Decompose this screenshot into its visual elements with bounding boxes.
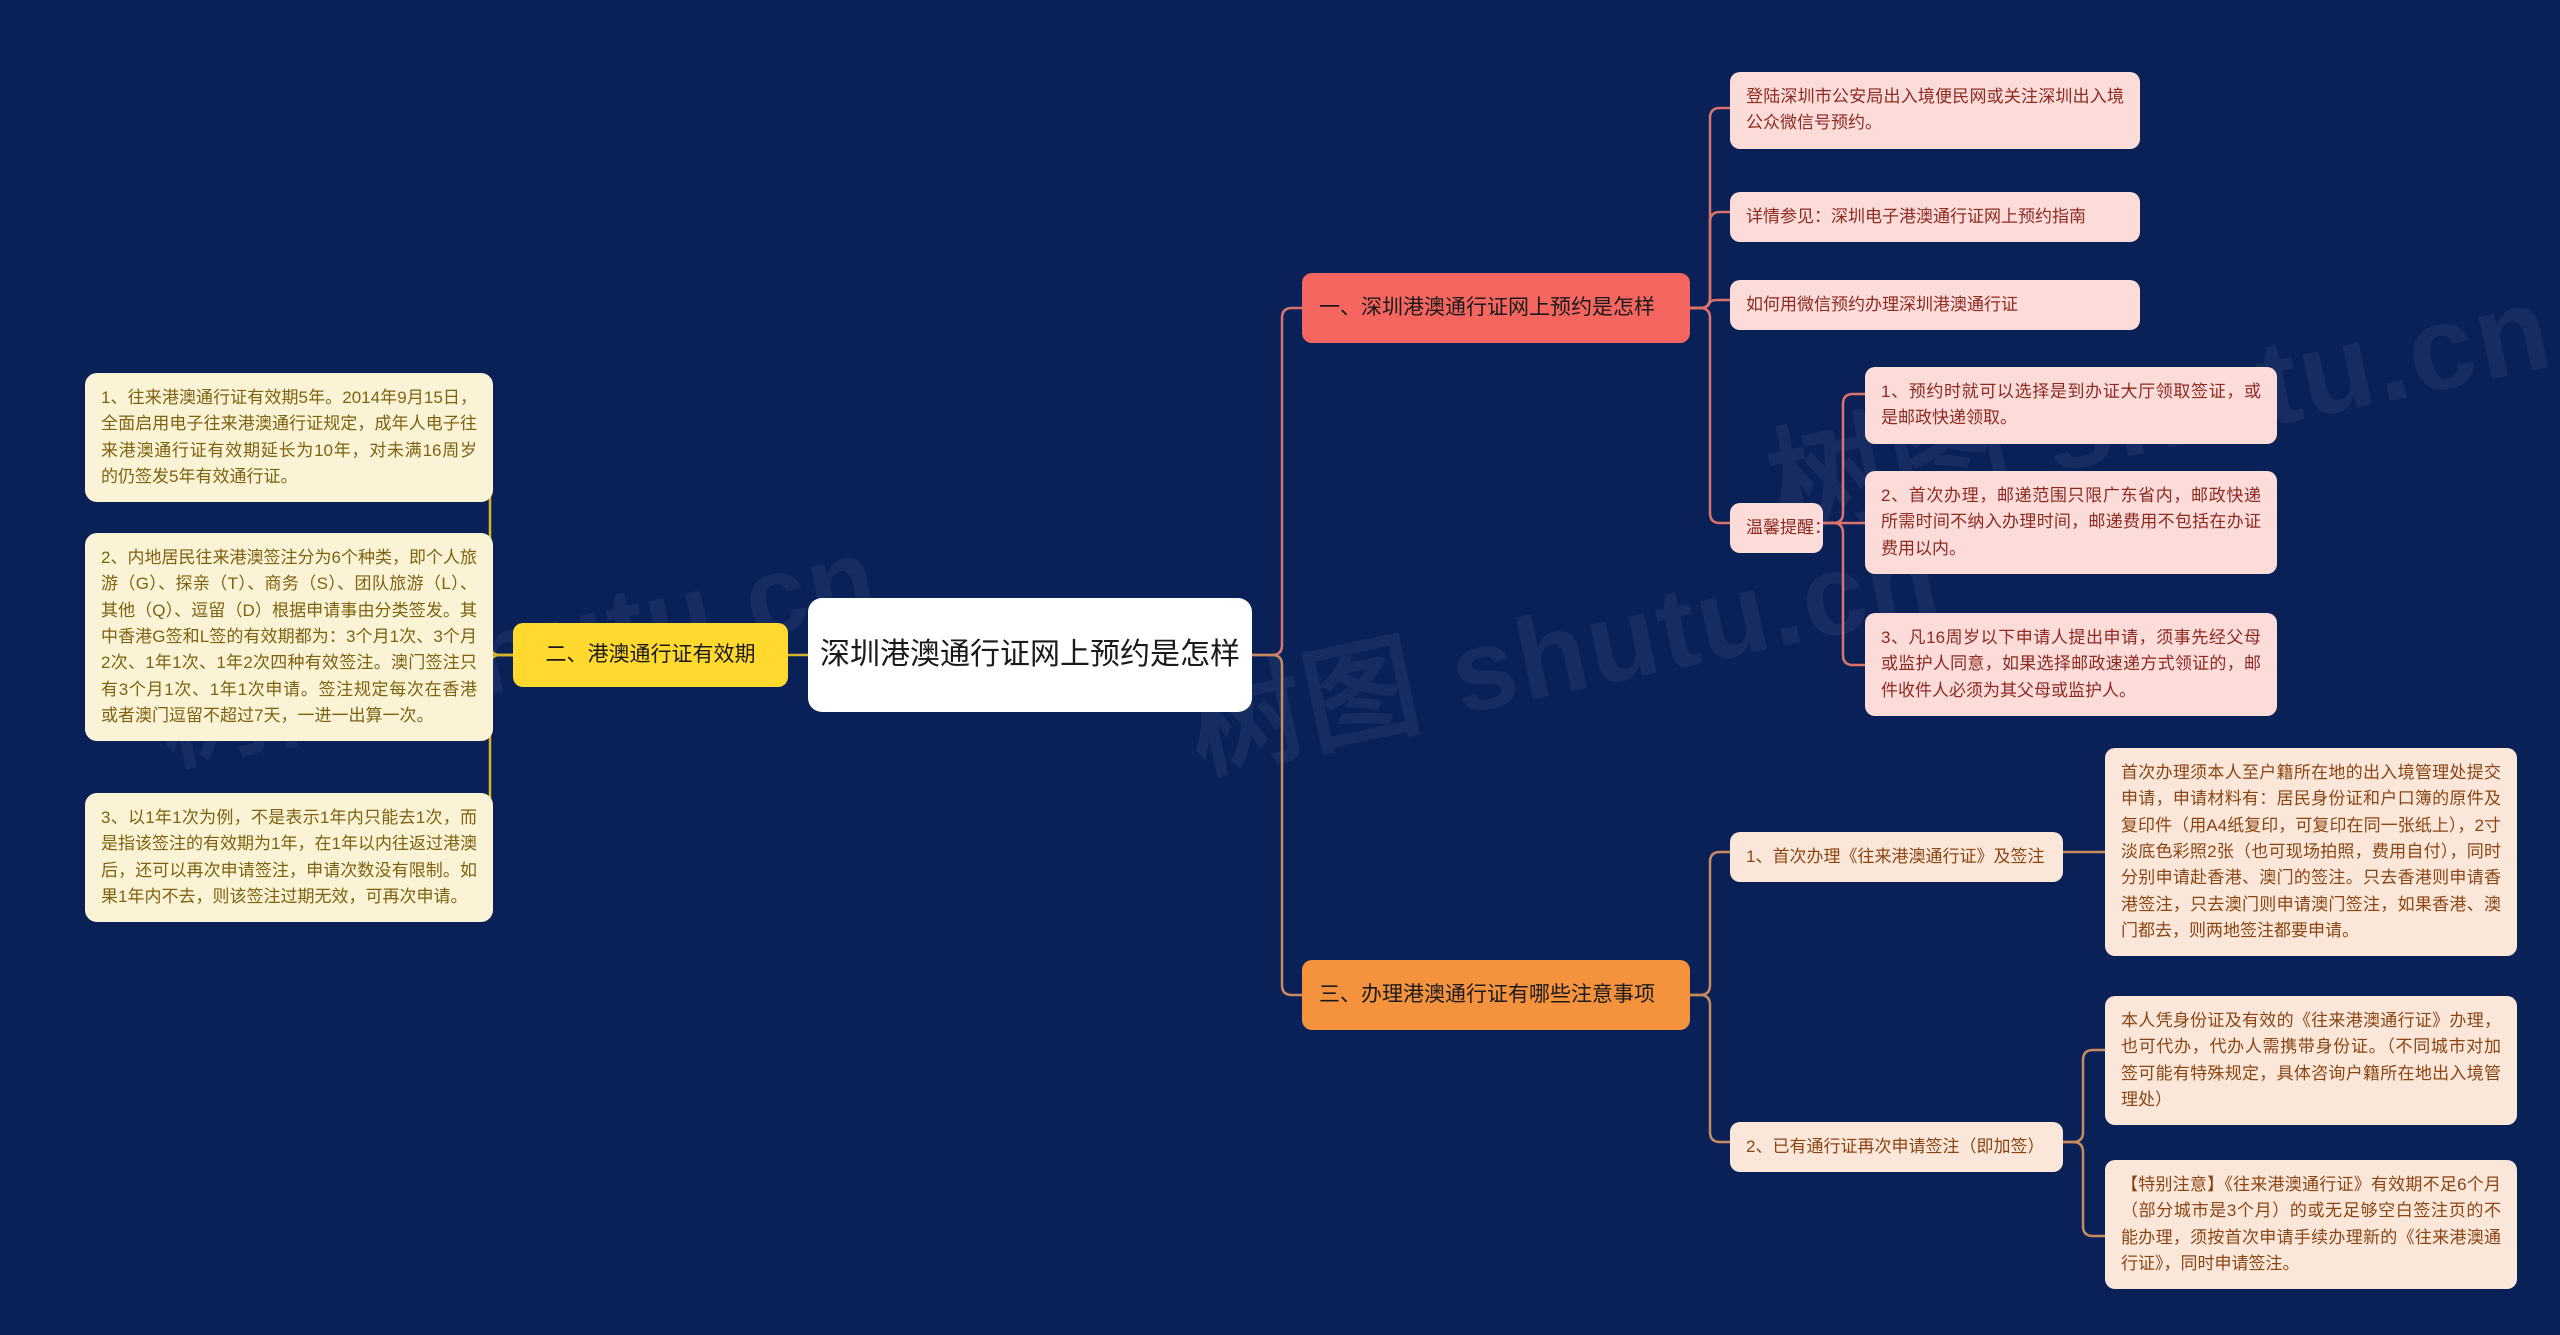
topic-node-red[interactable]: 一、深圳港澳通行证网上预约是怎样 bbox=[1302, 273, 1690, 343]
leaf-node-red-reminder-1[interactable]: 1、预约时就可以选择是到办证大厅领取签证，或是邮政快递领取。 bbox=[1865, 367, 2277, 444]
leaf-node-orange-2-detail-2[interactable]: 【特别注意】《往来港澳通行证》有效期不足6个月（部分城市是3个月）的或无足够空白… bbox=[2105, 1160, 2517, 1290]
leaf-node-red-reminder-3[interactable]: 3、凡16周岁以下申请人提出申请，须事先经父母或监护人同意，如果选择邮政速递方式… bbox=[1865, 613, 2277, 717]
leaf-node-red-reminder[interactable]: 温馨提醒： bbox=[1730, 503, 1831, 554]
leaf-node-red-1[interactable]: 登陆深圳市公安局出入境便民网或关注深圳出入境公众微信号预约。 bbox=[1730, 72, 2140, 149]
mindmap-canvas: 树图 shutu.cn 树图 shutu.cn 树图 shutu.cn bbox=[0, 0, 2560, 1335]
leaf-node-yellow-3[interactable]: 3、以1年1次为例，不是表示1年内只能去1次，而是指该签注的有效期为1年，在1年… bbox=[85, 793, 493, 923]
leaf-node-yellow-2[interactable]: 2、内地居民往来港澳签注分为6个种类，即个人旅游（G）、探亲（T）、商务（S）、… bbox=[85, 533, 493, 742]
root-node[interactable]: 深圳港澳通行证网上预约是怎样 bbox=[808, 598, 1252, 712]
topic-node-orange[interactable]: 三、办理港澳通行证有哪些注意事项 bbox=[1302, 960, 1690, 1030]
leaf-node-orange-2[interactable]: 2、已有通行证再次申请签注（即加签） bbox=[1730, 1122, 2063, 1173]
leaf-node-red-reminder-2[interactable]: 2、首次办理，邮递范围只限广东省内，邮政快递所需时间不纳入办理时间，邮递费用不包… bbox=[1865, 471, 2277, 575]
leaf-node-orange-2-detail-1[interactable]: 本人凭身份证及有效的《往来港澳通行证》办理，也可代办，代办人需携带身份证。（不同… bbox=[2105, 996, 2517, 1126]
leaf-node-red-2[interactable]: 详情参见：深圳电子港澳通行证网上预约指南 bbox=[1730, 192, 2140, 243]
leaf-node-orange-1[interactable]: 1、首次办理《往来港澳通行证》及签注 bbox=[1730, 832, 2063, 883]
topic-node-yellow[interactable]: 二、港澳通行证有效期 bbox=[513, 623, 788, 687]
leaf-node-red-3[interactable]: 如何用微信预约办理深圳港澳通行证 bbox=[1730, 280, 2140, 331]
leaf-node-yellow-1[interactable]: 1、往来港澳通行证有效期5年。2014年9月15日，全面启用电子往来港澳通行证规… bbox=[85, 373, 493, 503]
leaf-node-orange-1-detail[interactable]: 首次办理须本人至户籍所在地的出入境管理处提交申请，申请材料有：居民身份证和户口簿… bbox=[2105, 748, 2517, 957]
